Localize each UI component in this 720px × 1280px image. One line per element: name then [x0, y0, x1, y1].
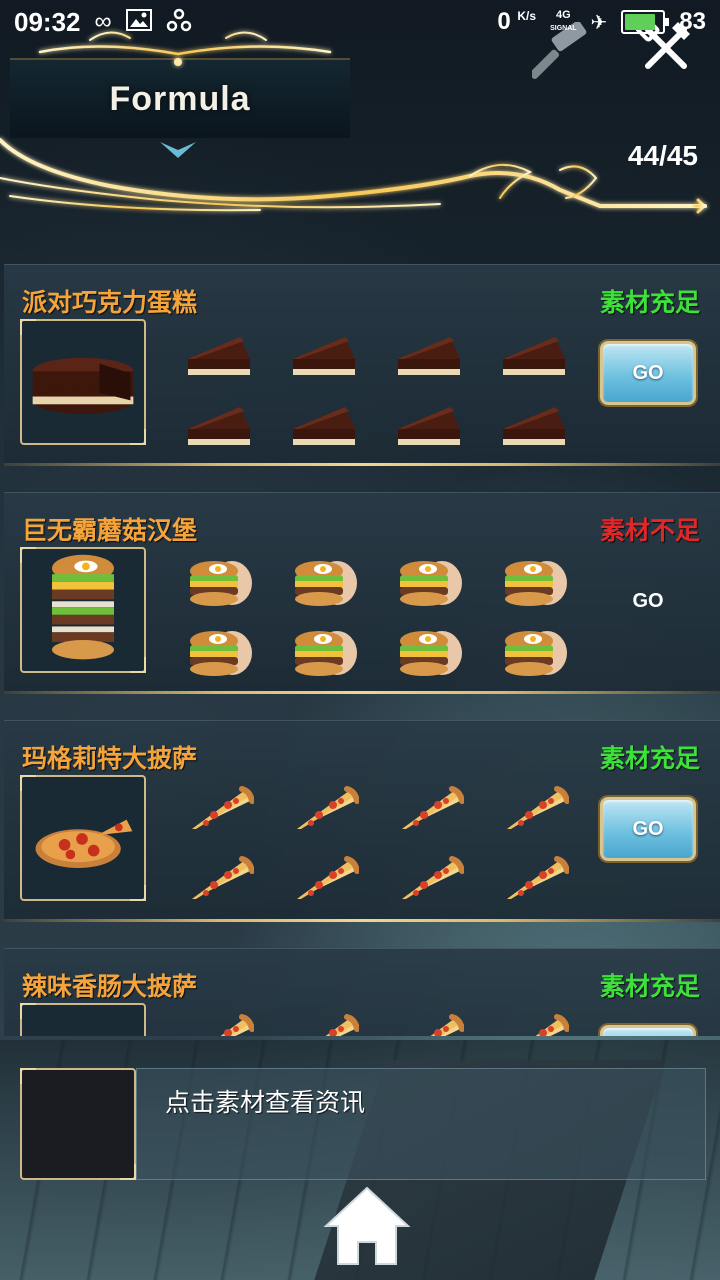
pizza-slice-icon[interactable]	[184, 1013, 255, 1036]
battery-fill	[625, 14, 656, 30]
pizza-slice-icon[interactable]	[184, 855, 255, 907]
signal-label: SIGNAL	[550, 25, 577, 32]
status-bar: 09:32 ∞ 0 K/s 4G SIGNAL ✈ 83	[0, 0, 720, 44]
burger-icon[interactable]	[499, 627, 569, 679]
recipe-card[interactable]: 巨无霸蘑菇汉堡 素材不足 GO	[4, 492, 720, 694]
material-status: 素材充足	[599, 744, 700, 773]
pizza-slice-icon[interactable]	[394, 785, 465, 837]
burger-icon[interactable]	[184, 627, 254, 679]
link-icon	[166, 8, 192, 37]
tall-burger-icon[interactable]	[20, 547, 146, 673]
burger-icon[interactable]	[394, 627, 464, 679]
infinity-icon: ∞	[94, 8, 112, 35]
go-button[interactable]: GO	[600, 1025, 696, 1036]
material-grid	[184, 557, 574, 677]
airplane-icon: ✈	[590, 11, 608, 34]
pizza-slice-icon[interactable]	[289, 1013, 360, 1036]
battery-icon	[621, 10, 670, 34]
material-status: 素材不足	[599, 516, 700, 545]
pizza-slice-icon[interactable]	[289, 785, 360, 837]
chocolate-cake-slice-icon[interactable]	[184, 399, 254, 451]
chocolate-cake-slice-icon[interactable]	[394, 399, 464, 451]
pizza-slice-icon[interactable]	[184, 785, 255, 837]
chocolate-cake-slice-icon[interactable]	[499, 399, 569, 451]
material-grid	[184, 1013, 574, 1036]
pizza-slice-icon[interactable]	[289, 855, 360, 907]
net-speed: 0 K/s	[497, 8, 537, 35]
burger-icon[interactable]	[499, 557, 569, 609]
material-grid	[184, 329, 574, 449]
chocolate-cake-slice-icon[interactable]	[289, 329, 359, 381]
go-button[interactable]: GO	[600, 797, 696, 861]
info-box: 点击素材查看资讯	[136, 1068, 706, 1180]
go-button[interactable]: GO	[600, 341, 696, 405]
pizza-slice-icon[interactable]	[499, 855, 570, 907]
chocolate-cake-slice-icon[interactable]	[289, 399, 359, 451]
recipe-name: 巨无霸蘑菇汉堡	[22, 516, 198, 545]
signal-indicator: 4G SIGNAL	[550, 9, 576, 35]
pizza-icon[interactable]	[20, 1003, 146, 1036]
chocolate-cake-slice-icon[interactable]	[184, 329, 254, 381]
image-icon	[125, 8, 152, 36]
chocolate-cake-icon[interactable]	[20, 319, 146, 445]
status-time: 09:32	[14, 6, 81, 37]
page-title: Formula	[109, 79, 251, 118]
title-plate: Formula	[10, 58, 350, 138]
recipe-name: 派对巧克力蛋糕	[22, 288, 198, 317]
battery-text: 83	[679, 8, 706, 35]
pizza-icon[interactable]	[20, 775, 146, 901]
home-icon[interactable]	[322, 1184, 412, 1268]
pizza-slice-icon[interactable]	[394, 1013, 465, 1036]
recipe-name: 辣味香肠大披萨	[22, 972, 198, 1001]
net-type: 4G	[555, 9, 571, 21]
recipe-card[interactable]: 辣味香肠大披萨 素材充足 GO	[4, 948, 720, 1036]
recipe-list[interactable]: 派对巧克力蛋糕 素材充足 GO 巨无霸蘑菇汉堡 素材不足 GO 玛格莉特大披萨 素材充足 GO 辣…	[0, 262, 720, 1036]
chocolate-cake-slice-icon[interactable]	[394, 329, 464, 381]
selected-material-slot[interactable]	[20, 1068, 136, 1180]
burger-icon[interactable]	[394, 557, 464, 609]
info-panel: 点击素材查看资讯	[20, 1068, 706, 1180]
recipe-card[interactable]: 玛格莉特大披萨 素材充足 GO	[4, 720, 720, 922]
pizza-slice-icon[interactable]	[499, 785, 570, 837]
recipe-name: 玛格莉特大披萨	[22, 744, 198, 773]
formula-count: 44/45	[627, 140, 698, 171]
burger-icon[interactable]	[184, 557, 254, 609]
pizza-slice-icon[interactable]	[394, 855, 465, 907]
pizza-slice-icon[interactable]	[499, 1013, 570, 1036]
chocolate-cake-slice-icon[interactable]	[499, 329, 569, 381]
material-status: 素材充足	[599, 972, 700, 1001]
material-grid	[184, 785, 574, 905]
info-text: 点击素材查看资讯	[165, 1088, 366, 1117]
recipe-card[interactable]: 派对巧克力蛋糕 素材充足 GO	[4, 264, 720, 466]
material-status: 素材充足	[599, 288, 700, 317]
go-button[interactable]: GO	[600, 569, 696, 633]
burger-icon[interactable]	[289, 557, 359, 609]
burger-icon[interactable]	[289, 627, 359, 679]
